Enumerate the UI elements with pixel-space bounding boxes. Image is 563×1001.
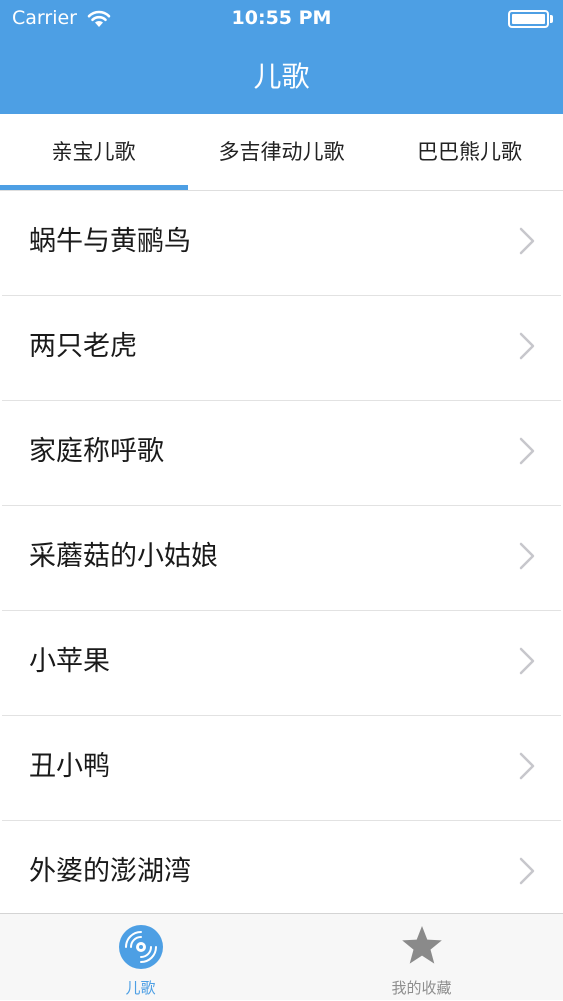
tabbar-label-favorites: 我的收藏 [391, 979, 452, 997]
tabbar-label-songs: 儿歌 [125, 979, 156, 997]
chevron-right-icon [519, 857, 535, 885]
chevron-right-icon [519, 332, 535, 360]
song-title: 家庭称呼歌 [29, 436, 164, 467]
disc-icon [118, 925, 163, 969]
navigation-bar: Carrier 10:55 PM 儿歌 [0, 0, 563, 114]
song-title: 两只老虎 [29, 331, 137, 362]
song-list[interactable]: 蜗牛与黄鹂鸟 两只老虎 家庭称呼歌 采蘑菇的小姑娘 小苹果 丑小鸭 外婆的澎湖湾 [2, 191, 561, 913]
battery-tip [550, 15, 553, 23]
page-title: 儿歌 [253, 60, 310, 93]
song-title: 丑小鸭 [29, 751, 110, 782]
song-title: 蜗牛与黄鹂鸟 [29, 226, 191, 257]
star-icon [401, 926, 442, 964]
tab-selected-indicator [0, 185, 188, 190]
tab-qinbao[interactable]: 亲宝儿歌 [0, 114, 187, 190]
list-item[interactable]: 外婆的澎湖湾 [2, 821, 561, 913]
list-item[interactable]: 小苹果 [2, 611, 561, 716]
tabbar-item-favorites[interactable]: 我的收藏 [281, 914, 562, 1001]
bottom-tab-bar: 儿歌 我的收藏 [0, 913, 563, 1000]
chevron-right-icon [519, 437, 535, 465]
chevron-right-icon [519, 227, 535, 255]
chevron-right-icon [519, 752, 535, 780]
battery-icon [508, 10, 549, 28]
list-item[interactable]: 家庭称呼歌 [2, 401, 561, 506]
list-item[interactable]: 采蘑菇的小姑娘 [2, 506, 561, 611]
list-item[interactable]: 两只老虎 [2, 296, 561, 401]
segment-tabs: 亲宝儿歌 多吉律动儿歌 巴巴熊儿歌 [0, 114, 563, 191]
chevron-right-icon [519, 647, 535, 675]
list-item[interactable]: 丑小鸭 [2, 716, 561, 821]
song-title: 小苹果 [29, 646, 110, 677]
battery-fill [512, 14, 545, 24]
tabbar-item-songs[interactable]: 儿歌 [0, 914, 281, 1001]
tab-babaxiong[interactable]: 巴巴熊儿歌 [376, 114, 563, 190]
chevron-right-icon [519, 542, 535, 570]
status-time: 10:55 PM [231, 7, 332, 29]
status-bar: Carrier 10:55 PM [0, 0, 563, 40]
song-title: 采蘑菇的小姑娘 [29, 541, 218, 572]
song-title: 外婆的澎湖湾 [29, 856, 191, 887]
tab-duoji[interactable]: 多吉律动儿歌 [187, 114, 376, 190]
list-item[interactable]: 蜗牛与黄鹂鸟 [2, 191, 561, 296]
